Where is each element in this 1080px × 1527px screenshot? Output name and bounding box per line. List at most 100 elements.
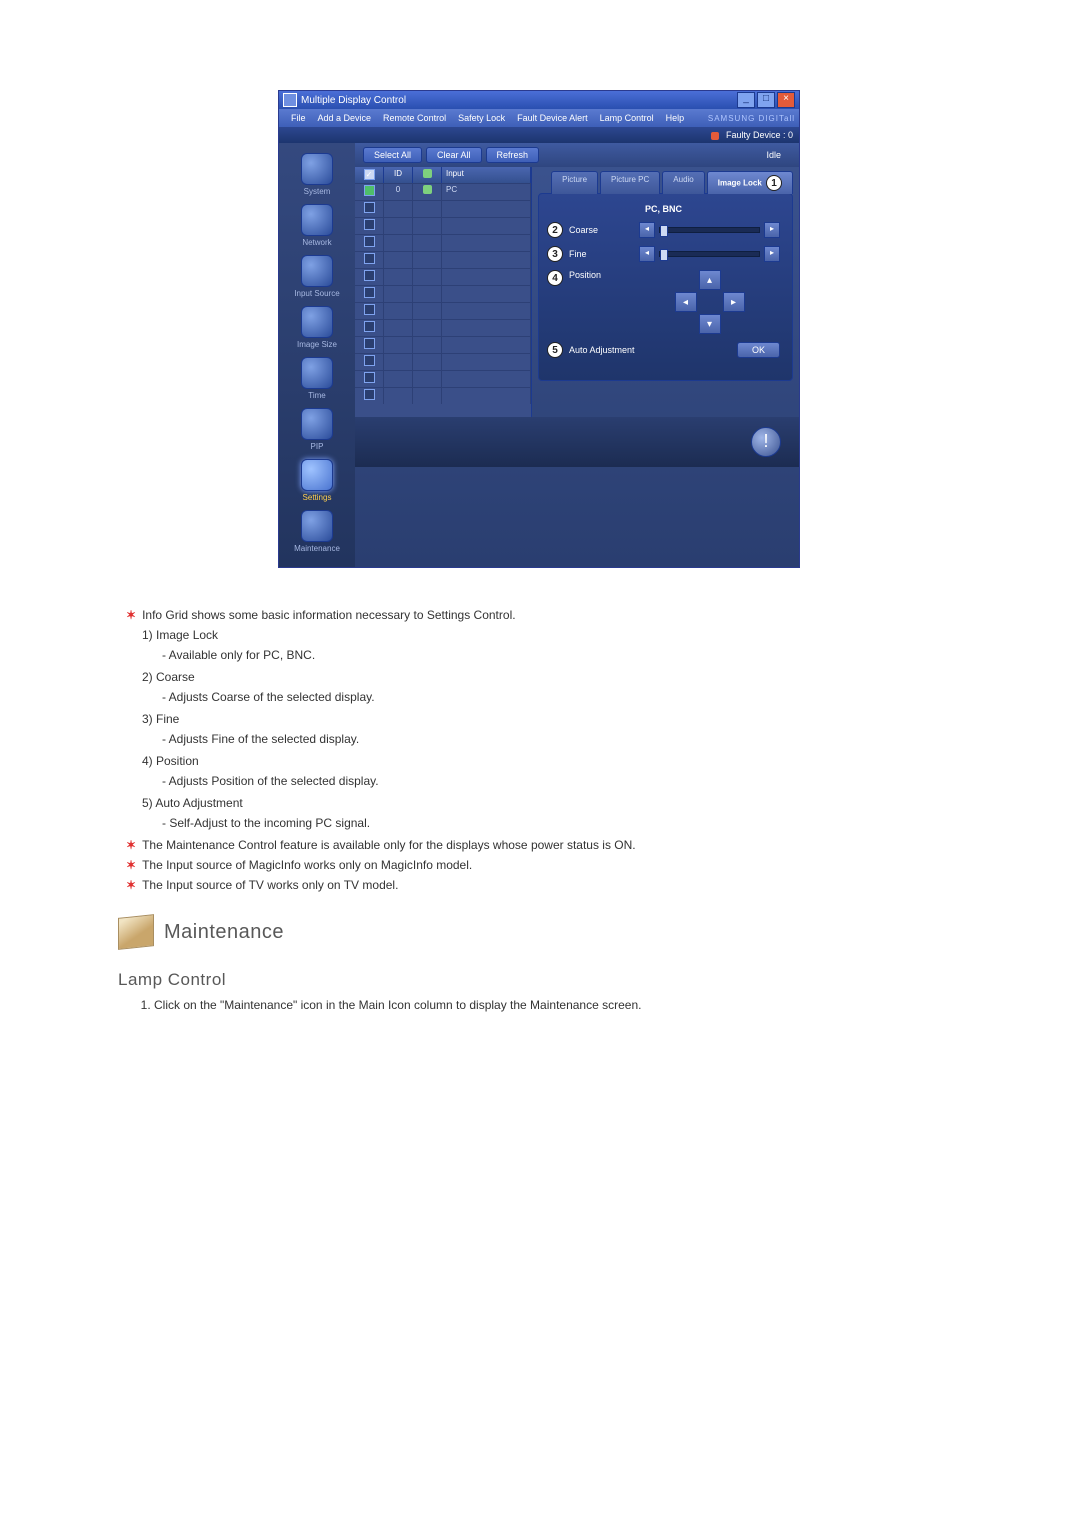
fine-slider[interactable]: ◂ ▸: [639, 246, 780, 262]
row-checkbox[interactable]: [364, 253, 375, 264]
table-row[interactable]: [355, 217, 531, 234]
table-row[interactable]: [355, 234, 531, 251]
menu-add-device[interactable]: Add a Device: [312, 113, 378, 123]
sidebar-label: Image Size: [288, 340, 346, 349]
refresh-button[interactable]: Refresh: [486, 147, 540, 163]
tab-image-lock[interactable]: Image Lock 1: [707, 171, 793, 194]
table-row[interactable]: [355, 200, 531, 217]
fault-dot-icon: [711, 132, 719, 140]
fine-label: Fine: [569, 249, 639, 259]
row-checkbox[interactable]: [364, 202, 375, 213]
settings-icon: [301, 459, 333, 491]
note-line: ✶ The Input source of MagicInfo works on…: [126, 858, 960, 872]
slider-right-icon[interactable]: ▸: [764, 222, 780, 238]
item-4-title: 4) Position: [142, 754, 960, 768]
row-checkbox[interactable]: [364, 389, 375, 400]
slider-left-icon[interactable]: ◂: [639, 222, 655, 238]
table-row[interactable]: [355, 353, 531, 370]
position-left-button[interactable]: ◂: [675, 292, 697, 312]
close-button[interactable]: ×: [777, 92, 795, 108]
image-lock-panel: PC, BNC 2 Coarse ◂ ▸: [538, 193, 793, 381]
slider-left-icon[interactable]: ◂: [639, 246, 655, 262]
table-row[interactable]: [355, 302, 531, 319]
callout-5: 5: [547, 342, 563, 358]
row-fine: 3 Fine ◂ ▸: [547, 246, 780, 262]
tab-picture[interactable]: Picture: [551, 171, 598, 194]
table-row[interactable]: [355, 285, 531, 302]
input-source-icon: [301, 255, 333, 287]
row-status-icon: [423, 185, 432, 194]
slider-track[interactable]: [659, 251, 760, 257]
row-checkbox[interactable]: [364, 355, 375, 366]
sidebar-item-image-size[interactable]: Image Size: [288, 306, 346, 349]
note-3: The Input source of TV works only on TV …: [142, 878, 960, 892]
callout-3: 3: [547, 246, 563, 262]
menu-help[interactable]: Help: [660, 113, 691, 123]
table-row[interactable]: [355, 319, 531, 336]
star-icon: ✶: [126, 838, 136, 852]
section-title: Maintenance: [164, 921, 284, 944]
maintenance-icon: [301, 510, 333, 542]
sidebar-item-maintenance[interactable]: Maintenance: [288, 510, 346, 553]
table-row[interactable]: [355, 387, 531, 404]
position-pad: ▴ ◂ ▸ ▾: [639, 270, 780, 334]
item-5-title: 5) Auto Adjustment: [142, 796, 960, 810]
sidebar-label: PIP: [288, 442, 346, 451]
row-coarse: 2 Coarse ◂ ▸: [547, 222, 780, 238]
sidebar-item-time[interactable]: Time: [288, 357, 346, 400]
star-icon: ✶: [126, 858, 136, 872]
sidebar: System Network Input Source Image Size T…: [279, 143, 355, 567]
brand-label: SAMSUNG DIGITall: [708, 114, 795, 123]
info-grid: ✓ ID Input 0 PC: [355, 167, 532, 417]
intro-text: Info Grid shows some basic information n…: [142, 608, 960, 622]
faulty-device-badge: Faulty Device : 0: [711, 130, 793, 140]
position-down-button[interactable]: ▾: [699, 314, 721, 334]
sidebar-item-system[interactable]: System: [288, 153, 346, 196]
row-checkbox[interactable]: [364, 287, 375, 298]
row-checkbox[interactable]: [364, 270, 375, 281]
slider-track[interactable]: [659, 227, 760, 233]
sidebar-item-network[interactable]: Network: [288, 204, 346, 247]
sidebar-item-settings[interactable]: Settings: [288, 459, 346, 502]
menu-safety-lock[interactable]: Safety Lock: [452, 113, 511, 123]
callout-4: 4: [547, 270, 563, 286]
select-all-button[interactable]: Select All: [363, 147, 422, 163]
row-checkbox[interactable]: [364, 372, 375, 383]
row-checkbox[interactable]: [364, 219, 375, 230]
coarse-slider[interactable]: ◂ ▸: [639, 222, 780, 238]
item-3-desc: - Adjusts Fine of the selected display.: [162, 732, 960, 746]
menu-remote-control[interactable]: Remote Control: [377, 113, 452, 123]
tab-audio[interactable]: Audio: [662, 171, 704, 194]
table-row[interactable]: [355, 268, 531, 285]
menu-lamp-control[interactable]: Lamp Control: [594, 113, 660, 123]
sidebar-item-pip[interactable]: PIP: [288, 408, 346, 451]
row-checkbox[interactable]: [364, 321, 375, 332]
position-up-button[interactable]: ▴: [699, 270, 721, 290]
item-1-title: 1) Image Lock: [142, 628, 960, 642]
settings-tabs: Picture Picture PC Audio Image Lock 1: [538, 171, 793, 194]
tab-picture-pc[interactable]: Picture PC: [600, 171, 660, 194]
slider-right-icon[interactable]: ▸: [764, 246, 780, 262]
sidebar-label: Maintenance: [288, 544, 346, 553]
star-icon: ✶: [126, 878, 136, 892]
row-checkbox[interactable]: [364, 304, 375, 315]
grid-checkall[interactable]: ✓: [364, 169, 375, 180]
maximize-button[interactable]: □: [757, 92, 775, 108]
ok-button[interactable]: OK: [737, 342, 780, 358]
table-row[interactable]: [355, 370, 531, 387]
table-row[interactable]: [355, 251, 531, 268]
table-row[interactable]: [355, 336, 531, 353]
sidebar-item-input-source[interactable]: Input Source: [288, 255, 346, 298]
menu-fault-alert[interactable]: Fault Device Alert: [511, 113, 594, 123]
app-icon: [283, 93, 297, 107]
toolbar: Select All Clear All Refresh Idle: [355, 143, 799, 167]
position-right-button[interactable]: ▸: [723, 292, 745, 312]
table-row[interactable]: 0 PC: [355, 183, 531, 200]
menu-file[interactable]: File: [285, 113, 312, 123]
clear-all-button[interactable]: Clear All: [426, 147, 482, 163]
coarse-label: Coarse: [569, 225, 639, 235]
row-checkbox[interactable]: [364, 185, 375, 196]
row-checkbox[interactable]: [364, 338, 375, 349]
minimize-button[interactable]: _: [737, 92, 755, 108]
row-checkbox[interactable]: [364, 236, 375, 247]
